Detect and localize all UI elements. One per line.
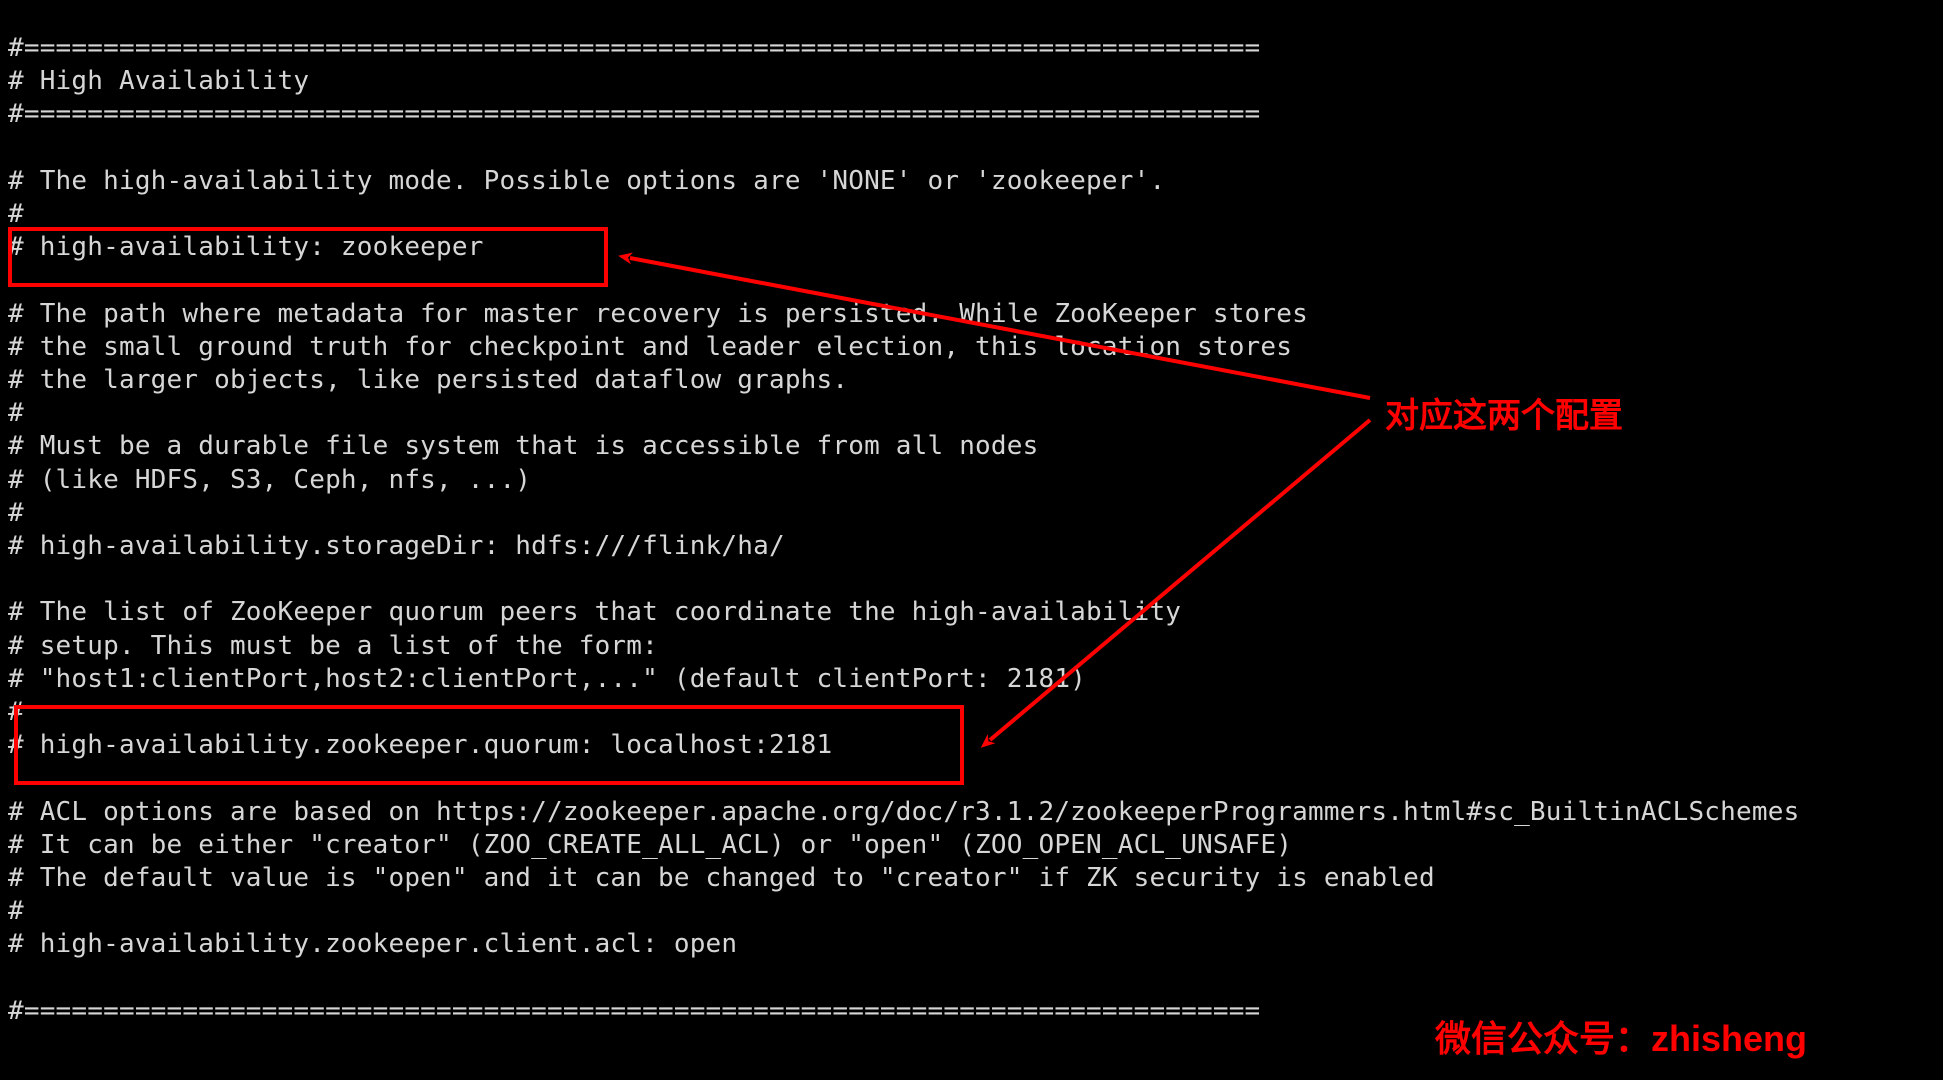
terminal-output: #=======================================…	[0, 0, 1943, 1080]
